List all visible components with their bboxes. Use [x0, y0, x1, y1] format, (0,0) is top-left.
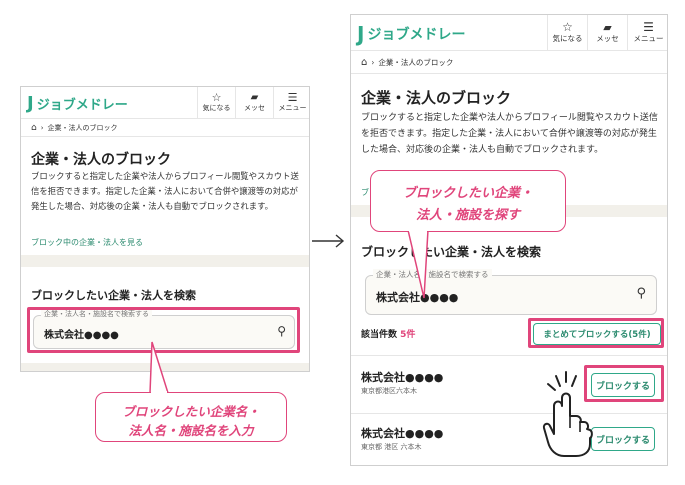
pointing-hand-icon — [542, 371, 593, 457]
right-callout: ブロックしたい企業・ 法人・施設を探す — [370, 170, 566, 232]
right-callout-pointer — [407, 229, 429, 299]
callout-seam — [409, 229, 427, 232]
right-callout-line2: 法人・施設を探す — [415, 208, 520, 223]
right-callout-line1: ブロックしたい企業・ — [402, 186, 533, 201]
